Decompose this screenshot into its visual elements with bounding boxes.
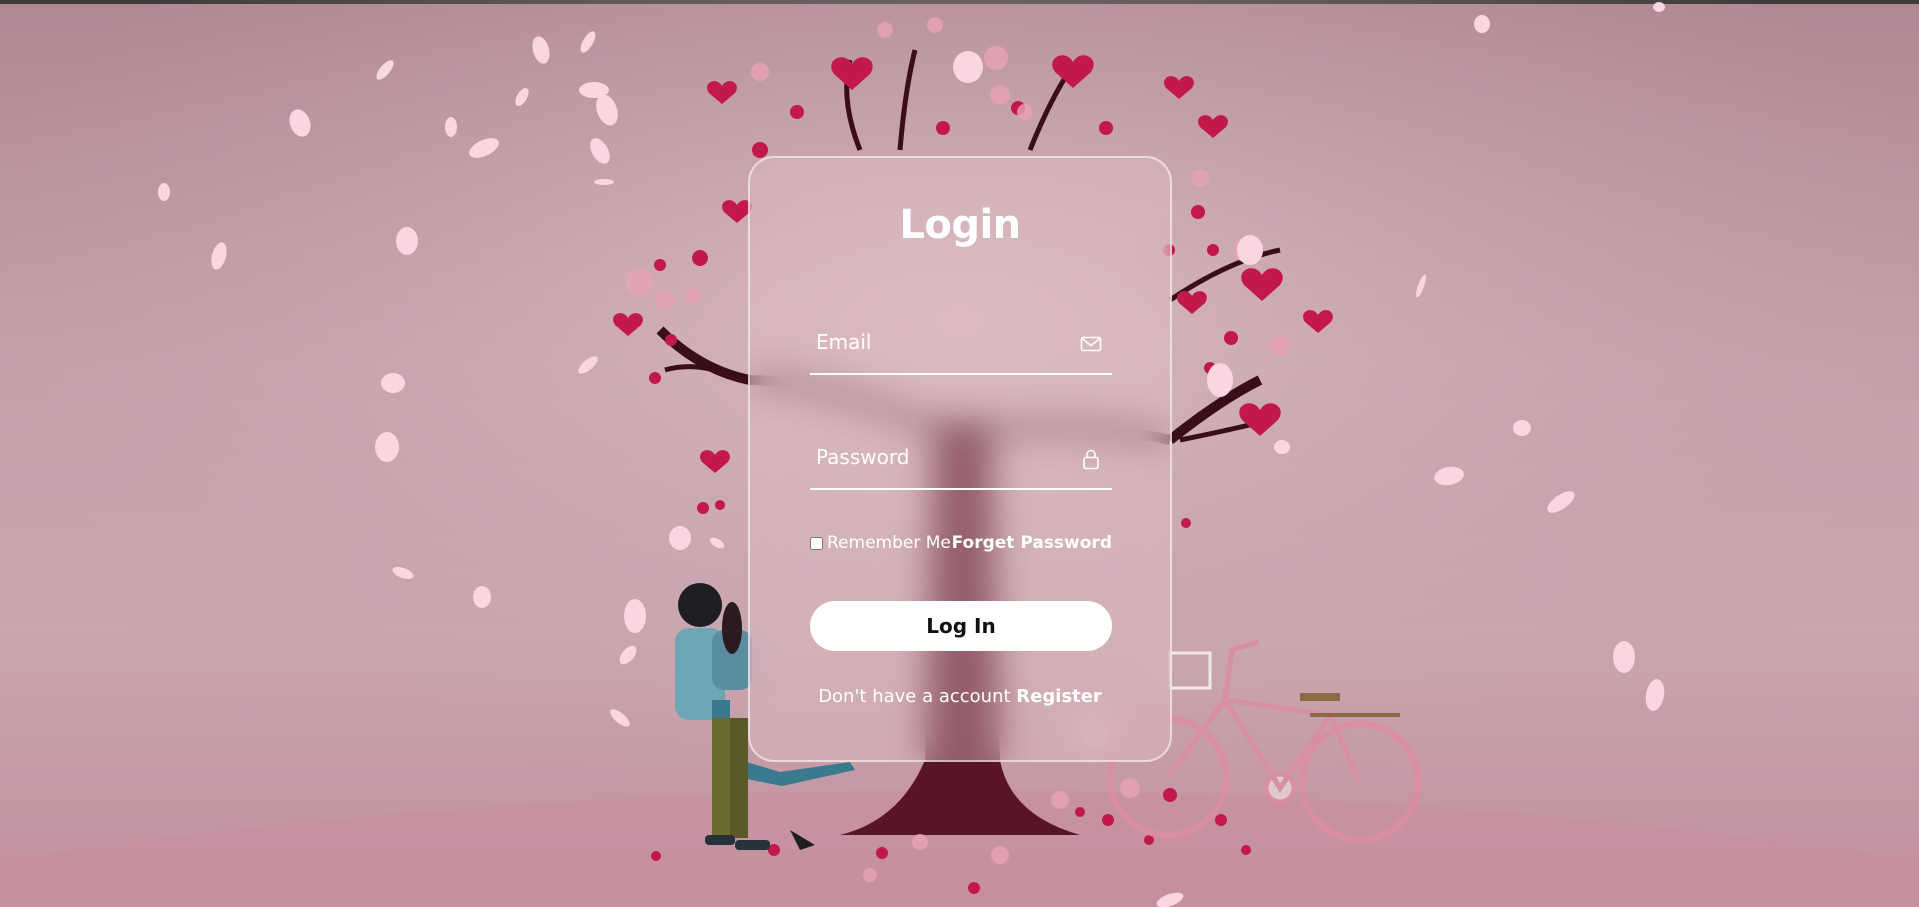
login-title: Login: [899, 202, 1021, 248]
email-field-container: [810, 313, 1112, 375]
padlock-icon: [1083, 449, 1099, 470]
forgot-password-link[interactable]: Forget Password: [952, 533, 1112, 553]
register-link[interactable]: Register: [1016, 686, 1102, 707]
remember-me-checkbox[interactable]: [810, 536, 823, 550]
no-account-text: Don't have a account: [818, 686, 1011, 707]
register-prompt: Don't have a account Register: [750, 686, 1170, 707]
remember-me-control[interactable]: Remember Me: [810, 533, 951, 553]
password-field-container: [810, 428, 1112, 490]
login-form-card: Login Remember Me Forget Password Log In…: [748, 156, 1172, 762]
login-button[interactable]: Log In: [810, 601, 1112, 651]
email-input[interactable]: [810, 313, 1072, 371]
remember-me-label: Remember Me: [827, 533, 951, 553]
login-options-row: Remember Me Forget Password: [810, 533, 1112, 555]
password-input[interactable]: [810, 428, 1072, 486]
envelope-icon: [1080, 336, 1102, 352]
